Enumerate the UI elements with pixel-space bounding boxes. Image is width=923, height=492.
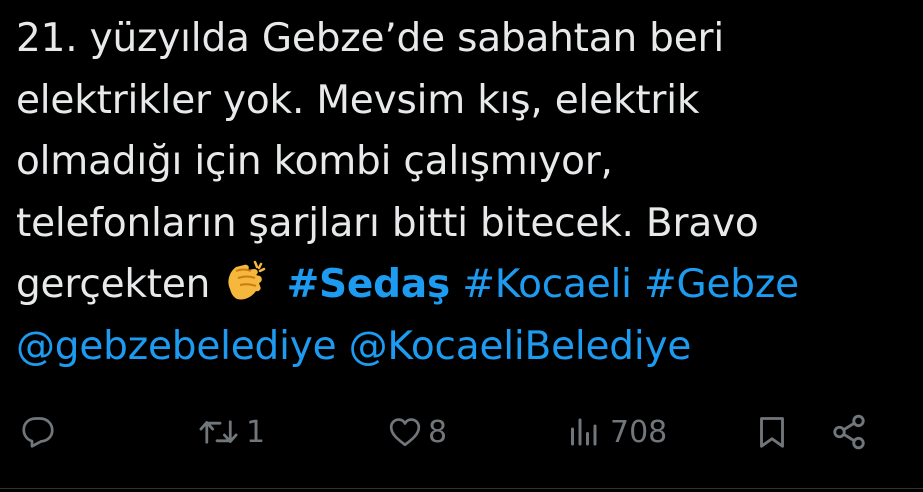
hashtag-link[interactable]: #Sedaş [287,262,451,307]
hashtag-link[interactable]: #Gebze [644,262,799,307]
views-count: 708 [610,414,668,450]
reply-icon [20,414,56,450]
tweet-action-bar: 1 8 708 [0,404,923,460]
hashtag-link[interactable]: #Kocaeli [462,262,632,307]
tweet-line-5-text: gerçekten [16,262,211,308]
share-button[interactable] [830,404,868,460]
heart-icon [386,414,424,450]
retweet-count: 1 [246,414,266,450]
mention-link[interactable]: @gebzebelediye [16,324,337,369]
like-button[interactable]: 8 [386,404,447,460]
bottom-divider [0,488,923,489]
share-icon [830,413,868,451]
tweet-text: 21. yüzyılda Gebze’de sabahtan beri elek… [16,8,916,378]
tweet-line-3: olmadığı için kombi çalışmıyor, [16,139,613,185]
bookmark-button[interactable] [754,404,790,460]
reply-button[interactable] [20,404,56,460]
retweet-button[interactable]: 1 [198,404,265,460]
mention-link[interactable]: @KocaeliBelediye [349,324,692,369]
views-icon [566,414,606,450]
retweet-icon [198,414,242,450]
tweet-line-2: elektrikler yok. Mevsim kış, elektrik [16,77,700,123]
tweet-line-1: 21. yüzyılda Gebze’de sabahtan beri [16,16,724,61]
bookmark-icon [754,413,790,451]
tweet-line-5: gerçekten #Sedaş #Kocaeli #Gebze [16,254,916,316]
tweet-line-6: @gebzebelediye @KocaeliBelediye [16,316,916,378]
like-count: 8 [428,414,448,450]
clapping-hands-icon [222,259,268,303]
views-button[interactable]: 708 [566,404,667,460]
tweet-line-4: telefonların şarjları bitti bitecek. Bra… [16,200,759,246]
